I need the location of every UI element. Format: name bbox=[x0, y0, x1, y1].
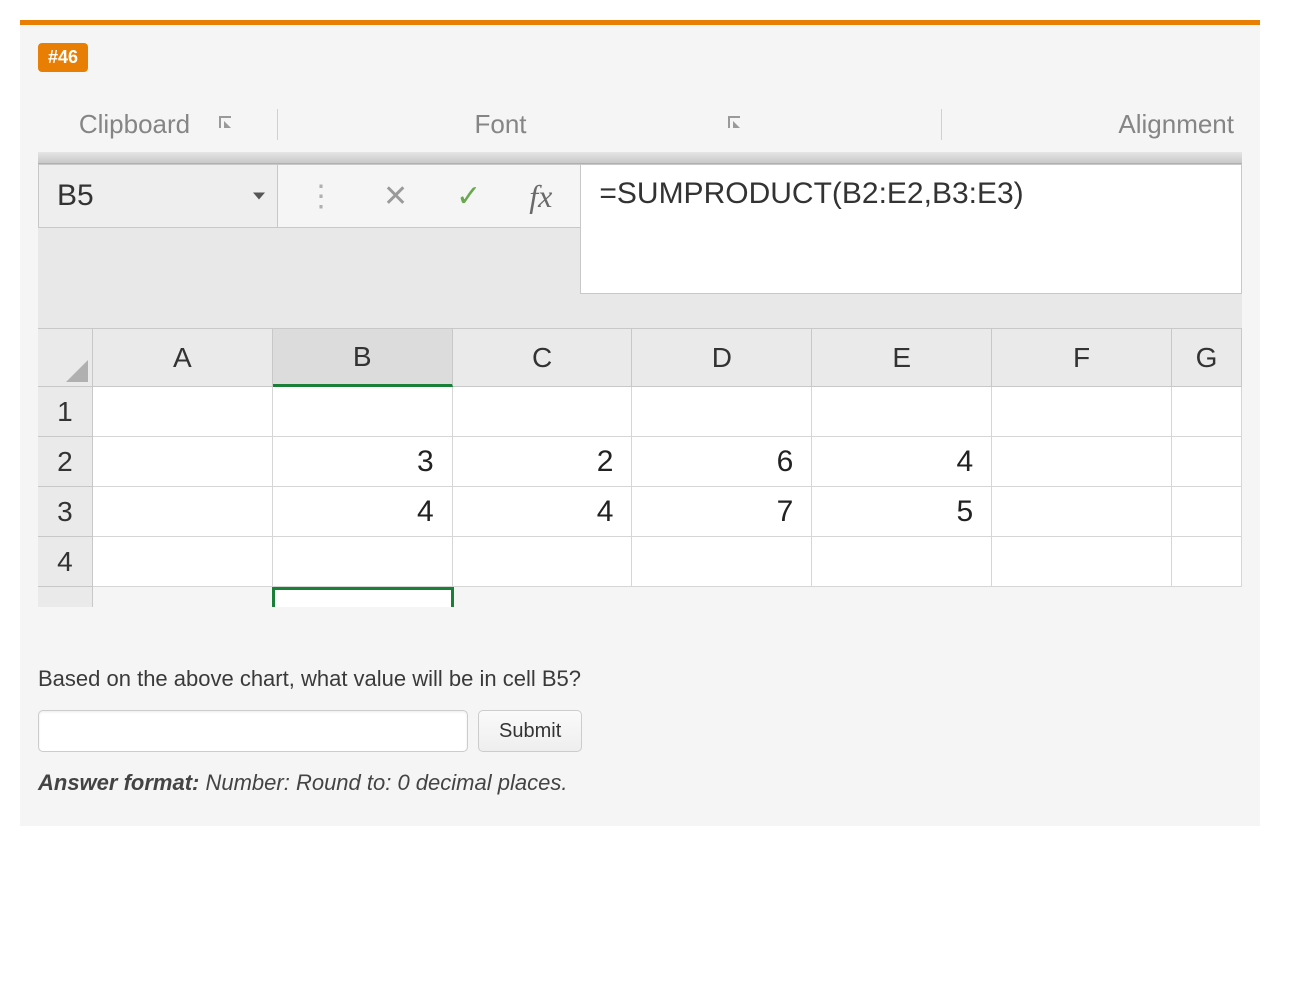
cell-a3[interactable] bbox=[93, 487, 273, 537]
cell-d3[interactable]: 7 bbox=[632, 487, 812, 537]
ribbon-label-clipboard: Clipboard bbox=[79, 109, 190, 140]
spreadsheet-grid: A B C D E F G 1 2 3 bbox=[38, 328, 1242, 607]
answer-row: Submit bbox=[38, 710, 1242, 752]
cell-c3[interactable]: 4 bbox=[453, 487, 633, 537]
row-5-partial bbox=[38, 587, 1242, 607]
answer-format: Answer format: Number: Round to: 0 decim… bbox=[38, 770, 1242, 796]
dialog-launcher-icon[interactable] bbox=[218, 115, 236, 133]
name-box[interactable]: B5 bbox=[38, 164, 278, 228]
cell-b1[interactable] bbox=[273, 387, 453, 437]
row-2: 2 3 2 6 4 bbox=[38, 437, 1242, 487]
cell-c4[interactable] bbox=[453, 537, 633, 587]
cell-f4[interactable] bbox=[992, 537, 1172, 587]
cell-b3[interactable]: 4 bbox=[273, 487, 453, 537]
ribbon-group-labels: Clipboard Font Alignment bbox=[38, 96, 1242, 152]
cell-g2[interactable] bbox=[1172, 437, 1242, 487]
cell-d2[interactable]: 6 bbox=[632, 437, 812, 487]
selected-cell-b5[interactable] bbox=[272, 587, 454, 607]
dialog-launcher-icon[interactable] bbox=[727, 115, 745, 133]
col-header-e[interactable]: E bbox=[812, 329, 992, 387]
more-icon[interactable]: ⋮ bbox=[306, 179, 335, 214]
cell-f3[interactable] bbox=[992, 487, 1172, 537]
ribbon-group-clipboard: Clipboard bbox=[38, 109, 278, 140]
ribbon-group-font: Font bbox=[278, 109, 942, 140]
col-header-b[interactable]: B bbox=[273, 329, 453, 387]
ribbon-divider bbox=[38, 152, 1242, 164]
cell-a1[interactable] bbox=[93, 387, 273, 437]
ribbon-label-font: Font bbox=[474, 109, 526, 140]
column-headers: A B C D E F G bbox=[38, 329, 1242, 387]
cell-e2[interactable]: 4 bbox=[812, 437, 992, 487]
row-header-1[interactable]: 1 bbox=[38, 387, 93, 437]
cell-g4[interactable] bbox=[1172, 537, 1242, 587]
cell-g1[interactable] bbox=[1172, 387, 1242, 437]
cell-a2[interactable] bbox=[93, 437, 273, 487]
answer-format-label: Answer format: bbox=[38, 770, 199, 795]
ribbon-group-alignment: Alignment bbox=[942, 109, 1242, 140]
cell-b2[interactable]: 3 bbox=[273, 437, 453, 487]
col-header-d[interactable]: D bbox=[632, 329, 812, 387]
col-header-g[interactable]: G bbox=[1172, 329, 1242, 387]
cell-a4[interactable] bbox=[93, 537, 273, 587]
cell-d4[interactable] bbox=[632, 537, 812, 587]
excel-screenshot: Clipboard Font Alignment B5 ⋮ ✕ bbox=[38, 96, 1242, 638]
enter-icon[interactable]: ✓ bbox=[456, 179, 481, 214]
question-number-tag: #46 bbox=[38, 43, 88, 72]
col-header-a[interactable]: A bbox=[93, 329, 273, 387]
cell-d1[interactable] bbox=[632, 387, 812, 437]
select-all-corner[interactable] bbox=[38, 329, 93, 387]
row-header-2[interactable]: 2 bbox=[38, 437, 93, 487]
submit-button[interactable]: Submit bbox=[478, 710, 582, 752]
cell-e3[interactable]: 5 bbox=[812, 487, 992, 537]
cell-b4[interactable] bbox=[273, 537, 453, 587]
formula-bar-buttons: ⋮ ✕ ✓ fx bbox=[278, 164, 580, 228]
row-4: 4 bbox=[38, 537, 1242, 587]
col-header-c[interactable]: C bbox=[453, 329, 633, 387]
answer-format-text: Number: Round to: 0 decimal places. bbox=[199, 770, 567, 795]
row-3: 3 4 4 7 5 bbox=[38, 487, 1242, 537]
cancel-icon[interactable]: ✕ bbox=[383, 179, 408, 214]
question-container: #46 Clipboard Font Alignment B5 bbox=[20, 20, 1260, 826]
cell-e1[interactable] bbox=[812, 387, 992, 437]
row-header-5[interactable] bbox=[38, 587, 93, 607]
row-1: 1 bbox=[38, 387, 1242, 437]
row-header-3[interactable]: 3 bbox=[38, 487, 93, 537]
answer-input[interactable] bbox=[38, 710, 468, 752]
ribbon-label-alignment: Alignment bbox=[1118, 109, 1234, 140]
row-header-4[interactable]: 4 bbox=[38, 537, 93, 587]
col-header-f[interactable]: F bbox=[992, 329, 1172, 387]
cell-f2[interactable] bbox=[992, 437, 1172, 487]
cell-f1[interactable] bbox=[992, 387, 1172, 437]
fx-icon[interactable]: fx bbox=[529, 178, 552, 215]
cell-e4[interactable] bbox=[812, 537, 992, 587]
name-box-value: B5 bbox=[57, 179, 94, 213]
question-text: Based on the above chart, what value wil… bbox=[38, 666, 1242, 692]
cell-g3[interactable] bbox=[1172, 487, 1242, 537]
formula-bar: B5 ⋮ ✕ ✓ fx =SUMPRODUCT(B2:E2,B3:E3) bbox=[38, 164, 1242, 228]
cell-c2[interactable]: 2 bbox=[453, 437, 633, 487]
cell-c1[interactable] bbox=[453, 387, 633, 437]
formula-input[interactable]: =SUMPRODUCT(B2:E2,B3:E3) bbox=[580, 164, 1242, 294]
chevron-down-icon[interactable] bbox=[253, 193, 265, 200]
